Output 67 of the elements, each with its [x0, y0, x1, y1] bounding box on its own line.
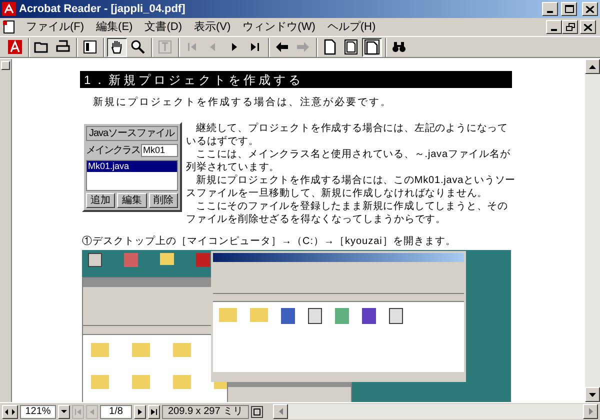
paragraph-text: ここには、メインクラス名と使用されている、～.javaファイル名が列挙されています。 — [186, 148, 512, 174]
close-icon — [584, 24, 592, 30]
menu-item[interactable]: 文書(D) — [138, 19, 188, 35]
restore-button[interactable] — [562, 20, 578, 34]
toolbar-button[interactable] — [107, 38, 127, 56]
scroll-down-button[interactable] — [585, 387, 600, 402]
step-text: ①デスクトップ上の［マイコンピュータ］→（C:）→［kyouzai］を開きます。 — [82, 235, 457, 248]
list-item: Mk01.java — [87, 161, 177, 172]
page-icon — [322, 39, 338, 55]
intro-text: 新規にプロジェクトを作成する場合は、注意が必要です。 — [93, 96, 393, 110]
paragraph-text: 新規にプロジェクトを作成する場合には、このMk01.javaというソースファイルを一旦移動して、新規に作成しなければなりません。 — [186, 174, 517, 200]
close-button[interactable] — [580, 20, 596, 34]
paragraph-text: 継続して、プロジェクトを作成する場合には、左記のようになっているはずです。 — [186, 122, 509, 148]
acrobat-logo-icon — [2, 2, 16, 16]
last-page-icon — [151, 408, 157, 414]
maximize-button[interactable] — [561, 2, 577, 16]
section-heading: 1．新規プロジェクトを作成する — [84, 72, 304, 88]
scroll-left-button[interactable] — [273, 404, 288, 419]
minimize-button[interactable] — [542, 2, 558, 16]
down-arrow-icon — [589, 392, 596, 396]
binoculars-icon — [391, 39, 407, 55]
first-page-icon — [75, 408, 81, 414]
acrobat-logo-icon — [7, 39, 23, 55]
minimize-button[interactable] — [546, 20, 562, 34]
menu-item[interactable]: 編集(E) — [90, 19, 139, 35]
close-icon — [586, 6, 594, 12]
minimize-icon — [547, 11, 553, 13]
double-arrow-icon — [5, 408, 15, 414]
text-cursor-icon — [157, 39, 173, 55]
left-arrow-icon — [278, 408, 283, 415]
page-icon — [343, 39, 359, 55]
navigation-button[interactable] — [2, 404, 18, 418]
paragraph-text: ここにそのファイルを登録したまま新規に作成してしまうと、そのファイルを削除せざるを得なくなってしまうからです。 — [186, 200, 509, 226]
caret-icon — [61, 410, 67, 413]
previous-page-icon — [90, 408, 94, 414]
menu-item[interactable]: ファイル(F) — [20, 19, 90, 35]
right-arrow-icon — [295, 39, 311, 55]
maximize-icon — [564, 5, 574, 13]
navigation-pane-toggle[interactable] — [1, 61, 10, 70]
minimize-icon — [551, 29, 557, 31]
right-arrow-icon — [588, 408, 592, 415]
restore-icon — [566, 23, 574, 31]
zoom-field[interactable]: 121% — [20, 404, 56, 418]
close-button[interactable] — [582, 2, 598, 16]
class-name-field: Mk01 — [141, 144, 178, 157]
group-label: Javaソースファイル — [86, 126, 178, 141]
field-label: メインクラス — [86, 144, 140, 158]
menu-item[interactable]: 表示(V) — [188, 19, 237, 35]
scroll-right-button[interactable] — [583, 404, 598, 419]
scroll-up-button[interactable] — [585, 59, 600, 74]
page-number-field[interactable]: 1/8 — [100, 404, 132, 418]
toolbar-button[interactable] — [362, 38, 382, 56]
document-icon — [2, 20, 16, 34]
magnifier-icon — [130, 39, 146, 55]
up-arrow-icon — [589, 64, 596, 68]
page-icon — [364, 39, 380, 55]
last-page-button[interactable] — [148, 404, 160, 418]
page-size-display: 209.9 x 297 ミリ — [162, 404, 250, 418]
next-page-button[interactable] — [134, 404, 146, 418]
page-layout-icon[interactable] — [251, 406, 264, 418]
window-title: Acrobat Reader - [jappli_04.pdf] — [19, 2, 186, 17]
menu-item[interactable]: ウィンドウ(W) — [236, 19, 322, 35]
zoom-dropdown-button[interactable] — [58, 404, 70, 418]
pane-icon — [82, 39, 98, 55]
menu-item[interactable]: ヘルプ(H) — [321, 19, 382, 35]
printer-icon — [55, 39, 71, 55]
next-page-icon — [138, 408, 142, 414]
